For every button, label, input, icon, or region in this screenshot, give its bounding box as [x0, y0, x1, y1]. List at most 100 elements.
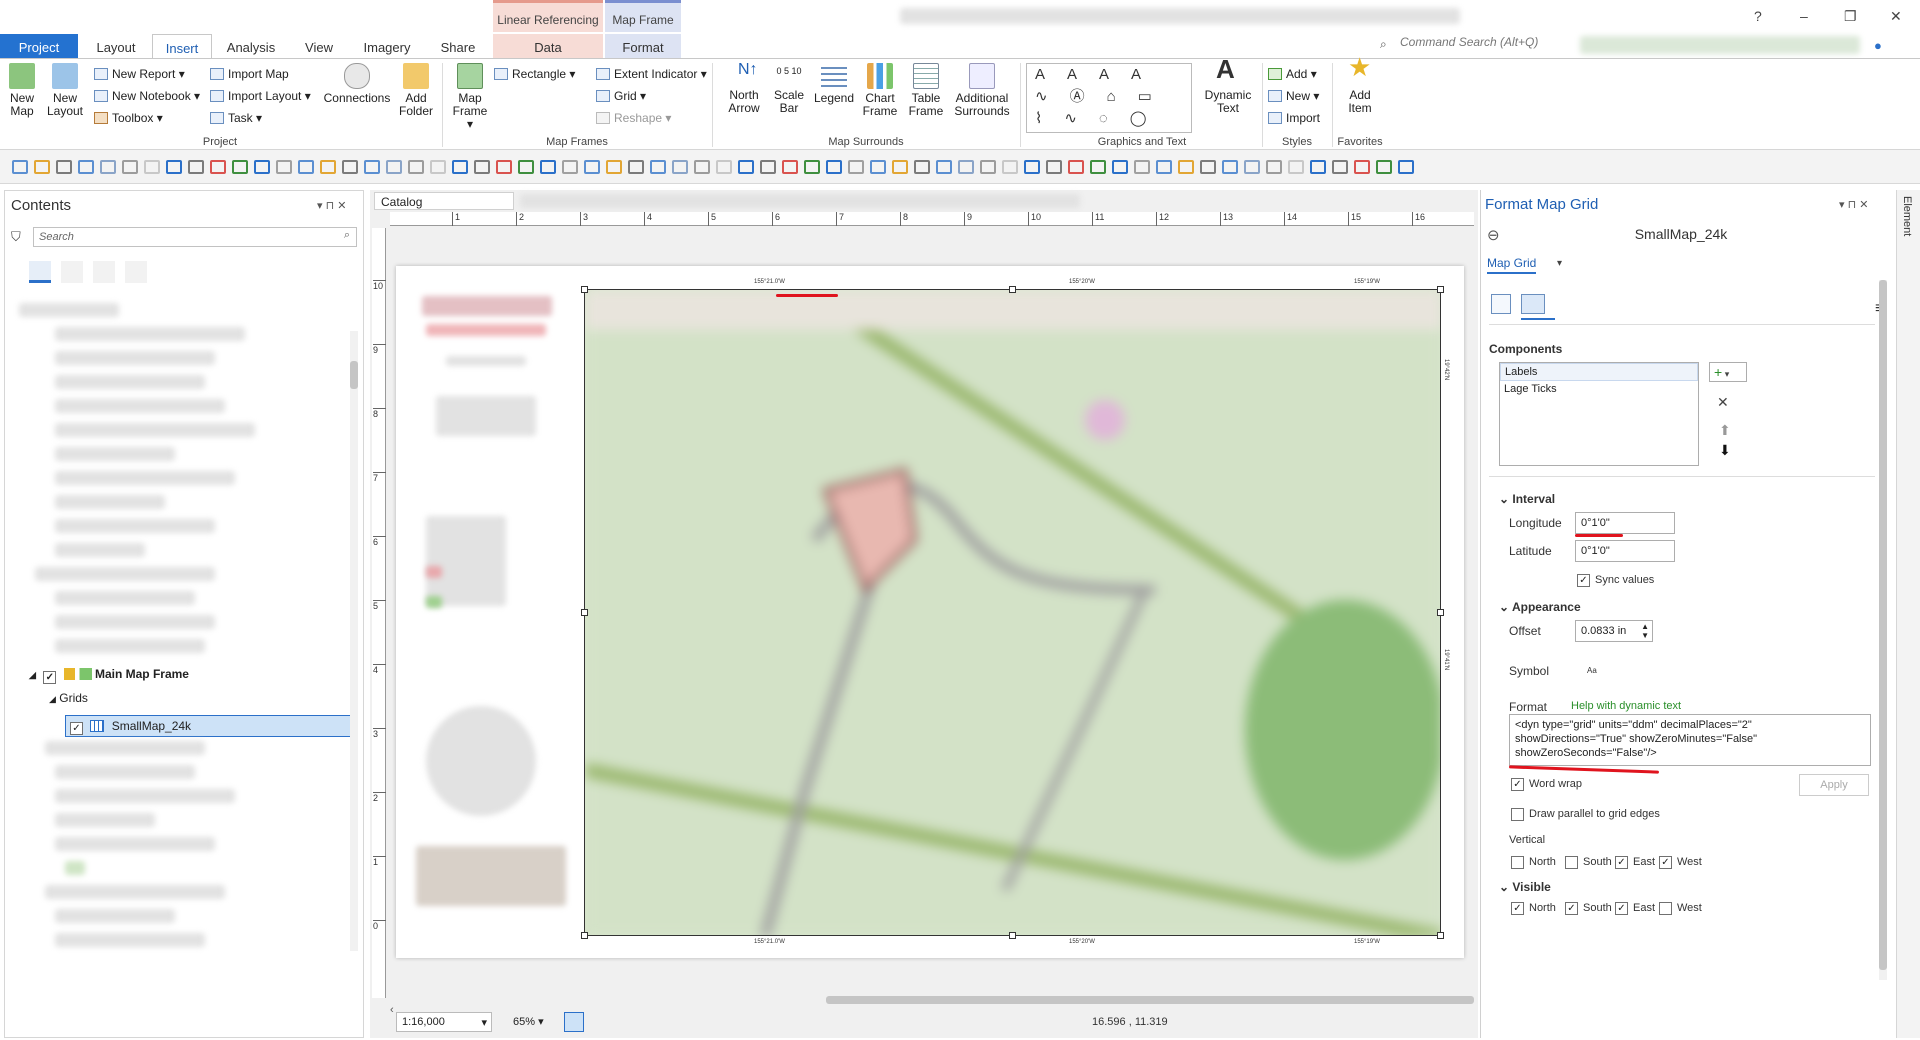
toolbar-tool-icon[interactable] — [672, 160, 688, 174]
toolbar-tool-icon[interactable] — [1002, 160, 1018, 174]
collapse-icon[interactable]: ◢ — [29, 670, 36, 680]
snapping-icon[interactable] — [564, 1012, 584, 1032]
latitude-input[interactable]: 0°1'0" — [1575, 540, 1675, 562]
selection-handle[interactable] — [581, 609, 588, 616]
move-up-icon[interactable]: ⬆ — [1719, 422, 1731, 439]
toolbar-tool-icon[interactable] — [122, 160, 138, 174]
tab-format[interactable]: Format — [605, 34, 681, 58]
zoom-dropdown[interactable]: 65% ▾ — [508, 1012, 554, 1032]
horizontal-scrollbar[interactable] — [826, 996, 1474, 1004]
new-report-button[interactable]: New Report ▾ — [94, 67, 185, 81]
new-layout-button[interactable]: New Layout — [44, 63, 86, 118]
add-style-button[interactable]: Add ▾ — [1268, 67, 1317, 81]
toolbar-tool-icon[interactable] — [694, 160, 710, 174]
chevron-down-icon[interactable]: ▾ — [1557, 258, 1562, 269]
selection-handle[interactable] — [1009, 932, 1016, 939]
selection-handle[interactable] — [581, 932, 588, 939]
selection-handle[interactable] — [1437, 609, 1444, 616]
dynamic-text-button[interactable]: A Dynamic Text — [1200, 56, 1256, 115]
contents-scrollbar[interactable] — [350, 331, 358, 951]
new-notebook-button[interactable]: New Notebook ▾ — [94, 89, 200, 103]
interval-header[interactable]: ⌄ Interval — [1499, 492, 1555, 506]
general-tab-icon[interactable] — [1491, 294, 1511, 314]
draw-parallel-checkbox[interactable] — [1511, 808, 1524, 821]
list-by-editing-icon[interactable] — [125, 261, 147, 283]
remove-component-icon[interactable]: ✕ — [1717, 394, 1729, 411]
minimize-button[interactable]: – — [1800, 8, 1808, 24]
close-button[interactable]: ✕ — [1890, 8, 1902, 25]
tab-share[interactable]: Share — [430, 34, 486, 58]
vertical-north-checkbox[interactable] — [1511, 856, 1524, 869]
toolbar-tool-icon[interactable] — [1376, 160, 1392, 174]
toolbar-tool-icon[interactable] — [1156, 160, 1172, 174]
components-list[interactable]: Labels Lage Ticks — [1499, 362, 1699, 466]
apply-button[interactable]: Apply — [1799, 774, 1869, 796]
visible-north-checkbox[interactable]: ✓ — [1511, 902, 1524, 915]
legend-button[interactable]: Legend — [812, 63, 856, 105]
filter-icon[interactable]: ⛉ — [11, 229, 21, 245]
notification-icon[interactable]: ● — [1874, 38, 1882, 53]
element-side-tab[interactable]: Element — [1896, 190, 1920, 1038]
toolbar-tool-icon[interactable] — [1398, 160, 1414, 174]
toolbar-tool-icon[interactable] — [1266, 160, 1282, 174]
tab-project[interactable]: Project — [0, 34, 78, 58]
task-button[interactable]: Task ▾ — [210, 111, 262, 125]
toolbar-tool-icon[interactable] — [1332, 160, 1348, 174]
toolbar-tool-icon[interactable] — [1134, 160, 1150, 174]
north-arrow-button[interactable]: N↑ North Arrow — [722, 62, 766, 115]
toolbar-tool-icon[interactable] — [34, 160, 50, 174]
visibility-checkbox[interactable]: ✓ — [43, 671, 57, 684]
selection-handle[interactable] — [1437, 286, 1444, 293]
toolbar-tool-icon[interactable] — [826, 160, 842, 174]
toolbar-tool-icon[interactable] — [1090, 160, 1106, 174]
toolbar-tool-icon[interactable] — [210, 160, 226, 174]
grids-row[interactable]: ◢ Grids — [49, 691, 88, 705]
toolbar-tool-icon[interactable] — [496, 160, 512, 174]
import-map-button[interactable]: Import Map — [210, 67, 289, 81]
grid-button[interactable]: Grid ▾ — [596, 89, 646, 103]
toolbar-tool-icon[interactable] — [452, 160, 468, 174]
appearance-header[interactable]: ⌄ Appearance — [1499, 600, 1581, 614]
scale-bar-button[interactable]: 0 5 10 Scale Bar — [768, 63, 810, 115]
chart-frame-button[interactable]: Chart Frame — [858, 63, 902, 118]
toolbar-tool-icon[interactable] — [1310, 160, 1326, 174]
toolbar-tool-icon[interactable] — [364, 160, 380, 174]
toolbar-tool-icon[interactable] — [430, 160, 446, 174]
toolbar-tool-icon[interactable] — [100, 160, 116, 174]
toolbar-tool-icon[interactable] — [1222, 160, 1238, 174]
toolbar-tool-icon[interactable] — [1288, 160, 1304, 174]
toolbar-tool-icon[interactable] — [980, 160, 996, 174]
toolbar-tool-icon[interactable] — [1178, 160, 1194, 174]
visible-header[interactable]: ⌄ Visible — [1499, 880, 1551, 894]
tab-imagery[interactable]: Imagery — [352, 34, 422, 58]
word-wrap-checkbox[interactable]: ✓ — [1511, 778, 1524, 791]
toolbar-tool-icon[interactable] — [188, 160, 204, 174]
help-dynamic-text-link[interactable]: Help with dynamic text — [1571, 700, 1681, 712]
toolbar-tool-icon[interactable] — [804, 160, 820, 174]
visible-east-checkbox[interactable]: ✓ — [1615, 902, 1628, 915]
toolbar-tool-icon[interactable] — [1068, 160, 1084, 174]
toolbar-tool-icon[interactable] — [408, 160, 424, 174]
help-icon[interactable]: ? — [1754, 8, 1762, 24]
toolbar-tool-icon[interactable] — [56, 160, 72, 174]
tab-view[interactable]: View — [294, 34, 344, 58]
visible-south-checkbox[interactable]: ✓ — [1565, 902, 1578, 915]
toolbar-tool-icon[interactable] — [1354, 160, 1370, 174]
main-map-frame[interactable] — [584, 289, 1441, 936]
toolbar-tool-icon[interactable] — [320, 160, 336, 174]
toolbar-tool-icon[interactable] — [540, 160, 556, 174]
toolbar-tool-icon[interactable] — [606, 160, 622, 174]
selection-handle[interactable] — [1009, 286, 1016, 293]
toolbar-tool-icon[interactable] — [760, 160, 776, 174]
tab-insert[interactable]: Insert — [152, 34, 212, 58]
toolbar-tool-icon[interactable] — [716, 160, 732, 174]
new-style-button[interactable]: New ▾ — [1268, 89, 1319, 103]
toolbar-tool-icon[interactable] — [518, 160, 534, 174]
add-component-button[interactable]: + ▾ — [1709, 362, 1747, 382]
toolbar-tool-icon[interactable] — [628, 160, 644, 174]
map-frame-button[interactable]: Map Frame ▾ — [450, 63, 490, 131]
list-by-drawing-order-icon[interactable] — [29, 261, 51, 283]
toolbar-tool-icon[interactable] — [12, 160, 28, 174]
toolbar-tool-icon[interactable] — [166, 160, 182, 174]
component-item-lage-ticks[interactable]: Lage Ticks — [1500, 381, 1698, 399]
